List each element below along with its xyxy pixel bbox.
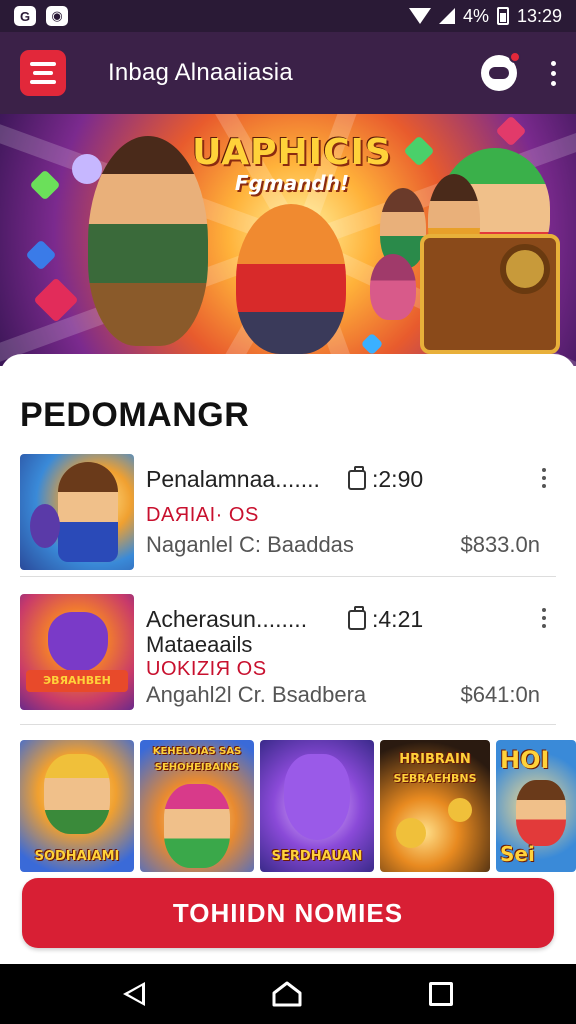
item-title: Penalamnaa.......	[146, 466, 320, 492]
card-label-top: HRIBRAIN	[399, 752, 471, 767]
gem-icon	[25, 239, 57, 271]
card-coin	[396, 818, 426, 848]
game-card[interactable]: SODHAIAMI	[20, 740, 134, 872]
item-time: :4:21	[348, 605, 424, 633]
item-price: $641:0n	[460, 682, 540, 707]
timer-icon	[348, 465, 366, 490]
gamepad-icon[interactable]	[481, 51, 521, 91]
game-card[interactable]: HOI Sei	[496, 740, 576, 872]
more-vert-icon[interactable]	[551, 60, 556, 86]
card-label-sub: SEHOHEIBAINS	[154, 762, 240, 773]
game-carousel[interactable]: SODHAIAMI KEHELOIAS SAS SEHOHEIBAINS SER…	[20, 740, 576, 872]
banner-title: UAPHICIS Fgmandh!	[192, 132, 392, 195]
system-nav-bar	[0, 964, 576, 1024]
app-bar: Inbag Alnaaiiasia	[0, 32, 576, 114]
card-label-bottom: Sei	[500, 842, 535, 866]
clock: 13:29	[516, 5, 562, 26]
status-bar: G ◉ 4% 13:29	[0, 0, 576, 32]
list-item[interactable]: ЭВЯАНВЕН Acherasun........ Mataeaails :4…	[20, 594, 556, 712]
app-title: Inbag Alnaaiiasia	[108, 59, 293, 86]
hero-small-3	[370, 254, 416, 320]
item-time-value: :4:21	[372, 606, 424, 632]
back-icon[interactable]	[123, 982, 146, 1006]
item-price: $833.0n	[460, 532, 540, 557]
item-tag: DAЯIAI· OS	[146, 504, 259, 526]
divider	[20, 724, 556, 725]
game-card[interactable]: SERDHAUAN	[260, 740, 374, 872]
wifi-icon	[408, 8, 431, 24]
item-thumbnail: ЭВЯАНВЕН	[20, 594, 134, 710]
app-actions	[481, 51, 556, 91]
card-label-sub: SEBRAEHBNS	[393, 772, 477, 785]
item-time-value: :2:90	[372, 466, 424, 492]
item-more-icon[interactable]	[542, 468, 546, 488]
card-label-top: KEHELOIAS SAS	[152, 746, 242, 757]
gem-icon	[495, 115, 527, 147]
item-thumbnail	[20, 454, 134, 570]
divider	[20, 576, 556, 577]
signal-icon	[438, 8, 455, 24]
content-sheet: PEDOMANGR Penalamnaa....... :2:90 DAЯIAI…	[0, 354, 576, 964]
card-label-top: HOI	[500, 746, 550, 774]
banner-title-line1: UAPHICIS	[192, 132, 392, 173]
list-item[interactable]: Penalamnaa....... :2:90 DAЯIAI· OS Nagan…	[20, 454, 556, 572]
battery-icon	[496, 7, 509, 25]
notification-app-icon: G	[14, 6, 36, 26]
home-icon[interactable]	[272, 981, 302, 1007]
item-tag: UOKIZIЯ OS	[146, 658, 267, 680]
item-subtitle: Mataeaails	[146, 632, 253, 657]
item-more-icon[interactable]	[542, 608, 546, 628]
status-icons: 4% 13:29	[408, 5, 562, 27]
item-time: :2:90	[348, 465, 424, 493]
notification-app-icon-2: ◉	[46, 6, 68, 26]
gem-icon	[360, 332, 384, 356]
notification-dot	[509, 51, 521, 63]
notification-icons: G ◉	[14, 6, 68, 26]
hero-warrior	[88, 136, 208, 346]
battery-percent: 4%	[462, 5, 489, 26]
thumb-label: ЭВЯАНВЕН	[26, 670, 128, 692]
card-label-bottom: SERDHAUAN	[271, 849, 363, 864]
thumb-creature	[30, 504, 60, 548]
card-coin	[448, 798, 472, 822]
item-title: Acherasun........	[146, 606, 308, 632]
app-logo-icon[interactable]	[20, 50, 66, 96]
section-title: PEDOMANGR	[20, 396, 250, 434]
promo-banner[interactable]: UAPHICIS Fgmandh!	[0, 114, 576, 366]
timer-icon	[348, 605, 366, 630]
recents-icon[interactable]	[428, 982, 453, 1006]
cart-wheel	[500, 244, 550, 294]
thumb-cat	[48, 612, 108, 672]
gem-icon	[403, 135, 435, 167]
item-meta: Angahl2l Cr. Bsadbera	[146, 682, 367, 707]
primary-cta-button[interactable]: TOHIIDN NOMIES	[22, 878, 554, 948]
game-card[interactable]: KEHELOIAS SAS SEHOHEIBAINS	[140, 740, 254, 872]
card-character	[284, 754, 350, 840]
thumb-boy	[58, 462, 118, 562]
card-character	[44, 754, 110, 834]
game-card[interactable]: HRIBRAIN SEBRAEHBNS	[380, 740, 490, 872]
hero-cat	[236, 204, 346, 354]
item-meta: Naganlel C: Baaddas	[146, 532, 354, 557]
banner-title-line2: Fgmandh!	[234, 171, 350, 195]
card-label-bottom: SODHAIAMI	[34, 849, 120, 864]
gem-icon	[29, 169, 61, 201]
card-character	[516, 780, 566, 846]
card-character	[164, 784, 230, 868]
